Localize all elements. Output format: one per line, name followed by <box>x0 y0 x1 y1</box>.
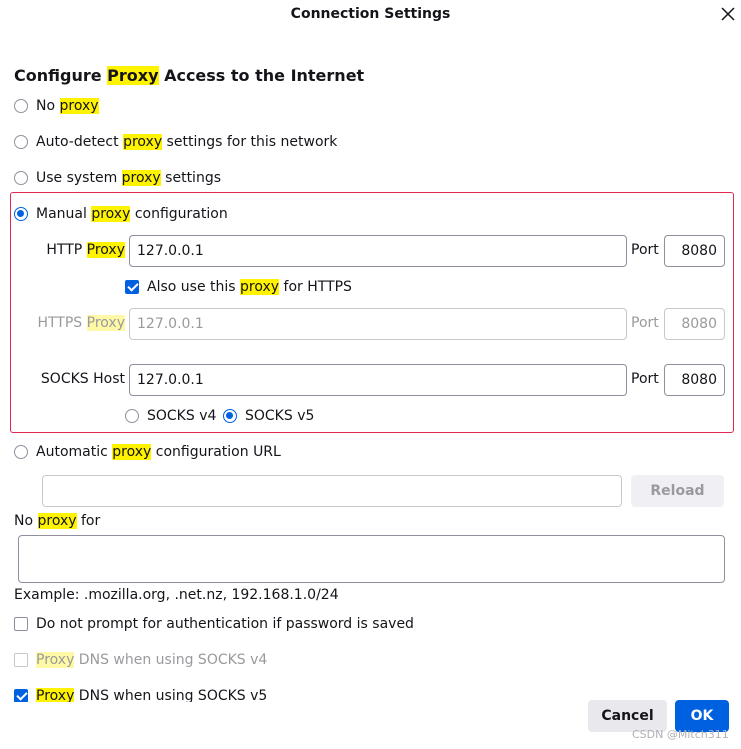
radio-label: No proxy <box>36 98 99 114</box>
scroll-clip <box>0 702 560 749</box>
https-port-label: Port <box>631 315 659 331</box>
http-proxy-input[interactable]: 127.0.0.1 <box>129 235 627 267</box>
label-post: settings for this network <box>162 134 338 150</box>
checkbox-label: Also use this proxy for HTTPS <box>147 279 352 295</box>
heading-post: Access to the Internet <box>158 66 365 85</box>
radio-system-proxy[interactable]: Use system proxy settings <box>14 170 221 186</box>
checkbox[interactable] <box>14 617 28 631</box>
radio-socks-v5[interactable]: SOCKS v5 <box>223 408 314 424</box>
label-highlight: proxy <box>37 513 77 529</box>
label-highlight: proxy <box>59 98 99 114</box>
label-highlight: Proxy <box>36 652 75 668</box>
proxy-dns-v4-checkbox[interactable]: Proxy DNS when using SOCKS v4 <box>14 652 267 668</box>
radio-label: Manual proxy configuration <box>36 206 228 222</box>
label-pre: Automatic <box>36 444 113 460</box>
http-port-input[interactable]: 8080 <box>664 235 725 267</box>
label-highlight: Proxy <box>86 242 125 258</box>
reload-button[interactable]: Reload <box>631 475 724 507</box>
radio-button[interactable] <box>14 99 28 113</box>
radio-label: Use system proxy settings <box>36 170 221 186</box>
radio-manual[interactable]: Manual proxy configuration <box>14 206 228 222</box>
radio-label: Automatic proxy configuration URL <box>36 444 281 460</box>
https-port-input[interactable]: 8080 <box>664 308 725 340</box>
label-pre: Use system <box>36 170 122 186</box>
http-proxy-label: HTTP Proxy <box>20 242 125 258</box>
radio-button[interactable] <box>14 445 28 459</box>
no-prompt-auth-checkbox[interactable]: Do not prompt for authentication if pass… <box>14 616 414 632</box>
heading-highlight: Proxy <box>107 66 159 85</box>
label-post: for <box>76 513 101 529</box>
checkbox-label: Do not prompt for authentication if pass… <box>36 616 414 632</box>
http-port-label: Port <box>631 242 659 258</box>
radio-auto-detect[interactable]: Auto-detect proxy settings for this netw… <box>14 134 337 150</box>
radio-auto-url[interactable]: Automatic proxy configuration URL <box>14 444 281 460</box>
https-proxy-label: HTTPS Proxy <box>20 315 125 331</box>
https-proxy-input[interactable]: 127.0.0.1 <box>129 308 627 340</box>
radio-button[interactable] <box>223 409 237 423</box>
no-proxy-example: Example: .mozilla.org, .net.nz, 192.168.… <box>14 587 339 603</box>
radio-no-proxy[interactable]: No proxy <box>14 98 99 114</box>
label-highlight: Proxy <box>86 315 125 331</box>
label-pre: No <box>14 513 38 529</box>
label-pre: Also use this <box>147 279 241 295</box>
socks-port-input[interactable]: 8080 <box>664 364 725 396</box>
radio-button[interactable] <box>14 135 28 149</box>
label-pre: Manual <box>36 206 92 222</box>
radio-button[interactable] <box>14 171 28 185</box>
label-post: settings <box>160 170 221 186</box>
label-highlight: proxy <box>240 279 280 295</box>
no-proxy-for-label: No proxy for <box>14 513 100 529</box>
checkbox[interactable] <box>14 653 28 667</box>
also-https-checkbox[interactable]: Also use this proxy for HTTPS <box>125 279 352 295</box>
checkbox[interactable] <box>125 280 139 294</box>
socks-host-label: SOCKS Host <box>40 371 125 387</box>
label-highlight: proxy <box>112 444 152 460</box>
socks-host-input[interactable]: 127.0.0.1 <box>129 364 627 396</box>
radio-socks-v4[interactable]: SOCKS v4 <box>125 408 216 424</box>
label-highlight: proxy <box>121 170 161 186</box>
label-pre: Auto-detect <box>36 134 124 150</box>
label-highlight: proxy <box>91 206 131 222</box>
radio-button[interactable] <box>125 409 139 423</box>
label-pre: HTTPS <box>37 315 87 331</box>
heading-pre: Configure <box>14 66 108 85</box>
radio-label: SOCKS v4 <box>147 408 217 424</box>
no-proxy-for-textarea[interactable] <box>18 535 725 583</box>
label-post: configuration URL <box>151 444 281 460</box>
section-heading: Configure Proxy Access to the Internet <box>14 66 364 85</box>
label-post: for HTTPS <box>279 279 352 295</box>
radio-button[interactable] <box>14 207 28 221</box>
label-pre: No <box>36 98 60 114</box>
close-icon[interactable] <box>716 2 740 26</box>
checkbox-label: Proxy DNS when using SOCKS v4 <box>36 652 267 668</box>
socks-port-label: Port <box>631 371 659 387</box>
radio-label: SOCKS v5 <box>245 408 315 424</box>
dialog-title: Connection Settings <box>290 6 451 22</box>
label-highlight: proxy <box>123 134 163 150</box>
watermark: CSDN @Mitch311 <box>632 728 729 741</box>
label-post: DNS when using SOCKS v4 <box>74 652 268 668</box>
checkbox[interactable] <box>14 689 28 703</box>
auto-url-input[interactable] <box>42 475 622 507</box>
label-pre: HTTP <box>46 242 87 258</box>
label-post: configuration <box>130 206 228 222</box>
radio-label: Auto-detect proxy settings for this netw… <box>36 134 337 150</box>
